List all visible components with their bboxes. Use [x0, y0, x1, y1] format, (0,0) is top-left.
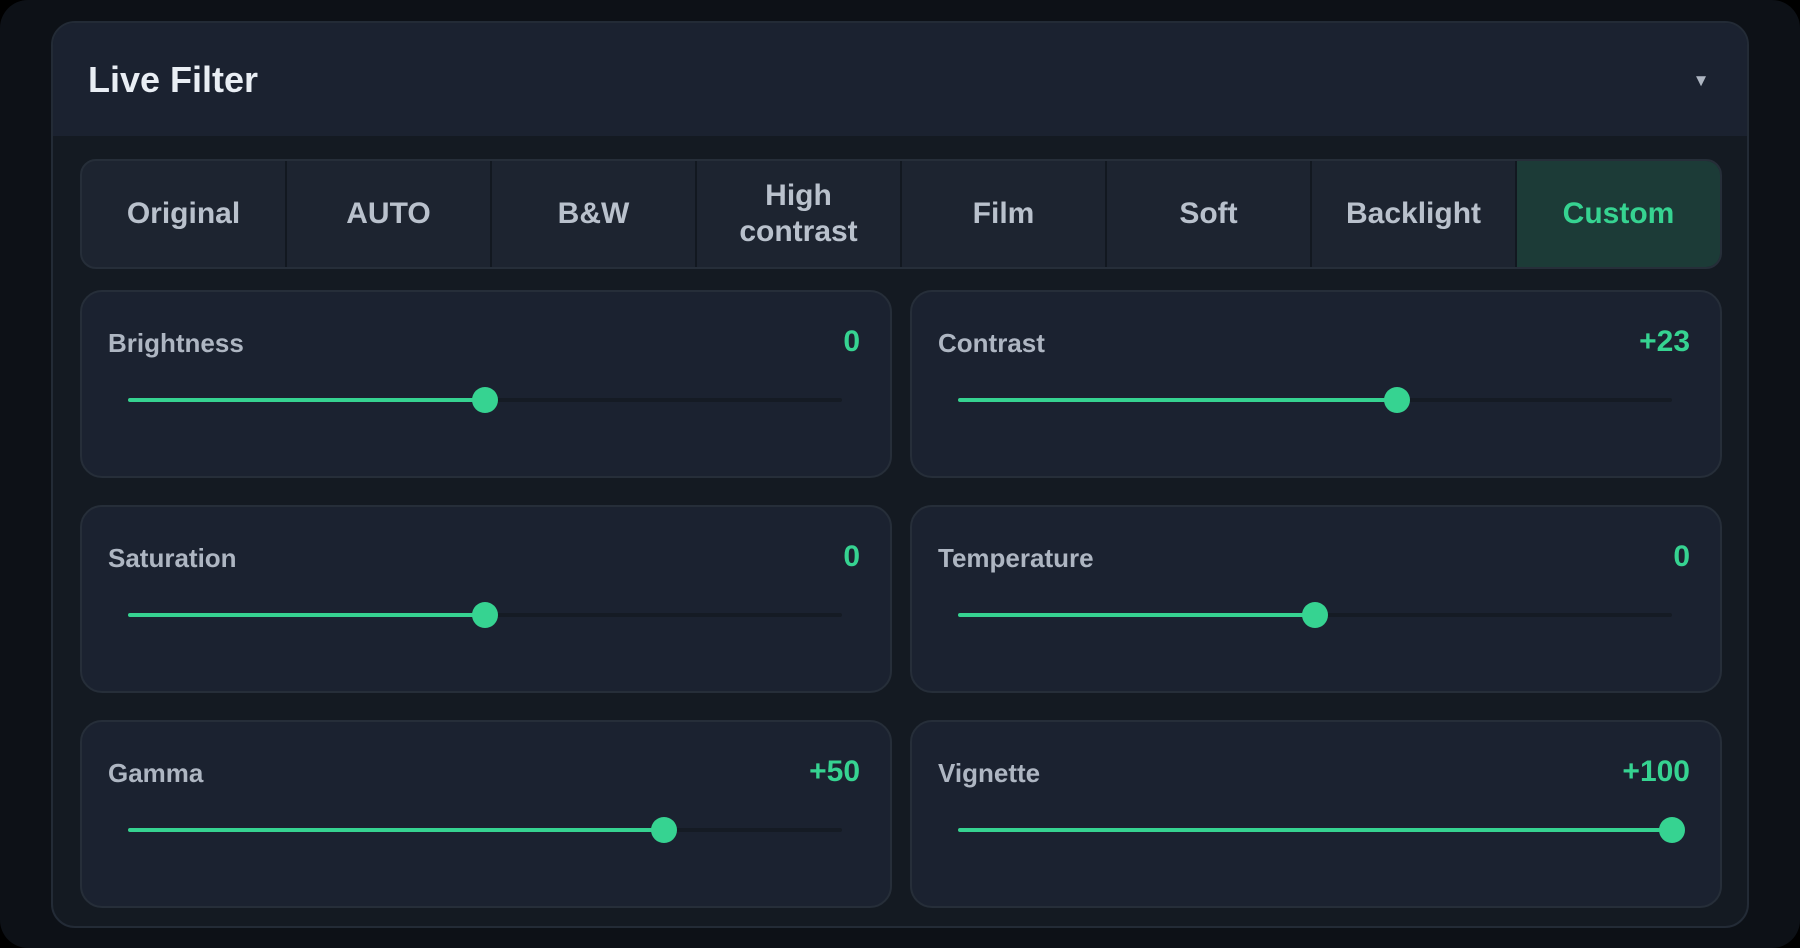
brightness-slider-thumb[interactable] [472, 387, 498, 413]
temperature-label: Temperature [938, 543, 1094, 573]
temperature-value: 0 [1673, 540, 1690, 573]
saturation-slider-thumb[interactable] [472, 602, 498, 628]
temperature-slider-thumb[interactable] [1302, 602, 1328, 628]
vignette-value: +100 [1622, 755, 1690, 788]
tab-high-contrast-label: High contrast [739, 179, 858, 248]
temperature-slider[interactable] [958, 602, 1672, 628]
tab-high-contrast[interactable]: High contrast [697, 161, 902, 267]
gamma-slider-fill [128, 828, 664, 832]
saturation-slider[interactable] [128, 602, 842, 628]
gamma-card: Gamma +50 [80, 720, 892, 908]
vignette-label: Vignette [938, 758, 1041, 788]
gamma-slider-thumb[interactable] [650, 817, 677, 843]
tab-soft[interactable]: Soft [1107, 161, 1312, 267]
panel-header[interactable]: Live Filter ▼ [53, 23, 1747, 136]
brightness-value: 0 [843, 325, 860, 358]
tab-custom[interactable]: Custom [1517, 161, 1720, 267]
contrast-card: Contrast +23 [910, 290, 1722, 478]
brightness-slider[interactable] [128, 387, 842, 413]
vignette-card: Vignette +100 [910, 720, 1722, 908]
temperature-slider-fill [958, 613, 1315, 617]
saturation-label: Saturation [108, 543, 237, 573]
tab-backlight[interactable]: Backlight [1312, 161, 1517, 267]
app-frame: Live Filter ▼ Original AUTO B&W High con… [0, 0, 1800, 948]
saturation-slider-fill [128, 613, 485, 617]
tab-film[interactable]: Film [902, 161, 1107, 267]
caret-down-icon[interactable]: ▼ [1683, 63, 1719, 99]
brightness-slider-fill [128, 398, 485, 402]
contrast-label: Contrast [938, 328, 1045, 358]
live-filter-panel: Live Filter ▼ Original AUTO B&W High con… [51, 21, 1749, 928]
tab-original[interactable]: Original [82, 161, 287, 267]
saturation-card: Saturation 0 [80, 505, 892, 693]
saturation-value: 0 [843, 540, 860, 573]
tab-auto[interactable]: AUTO [287, 161, 492, 267]
preset-tabs: Original AUTO B&W High contrast Film Sof… [80, 159, 1722, 269]
contrast-slider[interactable] [958, 387, 1672, 413]
gamma-label: Gamma [108, 758, 204, 788]
tab-bw[interactable]: B&W [492, 161, 697, 267]
contrast-slider-thumb[interactable] [1384, 387, 1411, 413]
vignette-slider-fill [958, 828, 1672, 832]
vignette-slider-thumb[interactable] [1659, 817, 1685, 843]
contrast-slider-fill [958, 398, 1398, 402]
brightness-card: Brightness 0 [80, 290, 892, 478]
contrast-value: +23 [1639, 325, 1690, 358]
vignette-slider[interactable] [958, 817, 1685, 843]
temperature-card: Temperature 0 [910, 505, 1722, 693]
brightness-label: Brightness [108, 328, 244, 358]
panel-title: Live Filter [88, 59, 259, 100]
gamma-slider[interactable] [128, 817, 842, 843]
gamma-value: +50 [809, 755, 860, 788]
